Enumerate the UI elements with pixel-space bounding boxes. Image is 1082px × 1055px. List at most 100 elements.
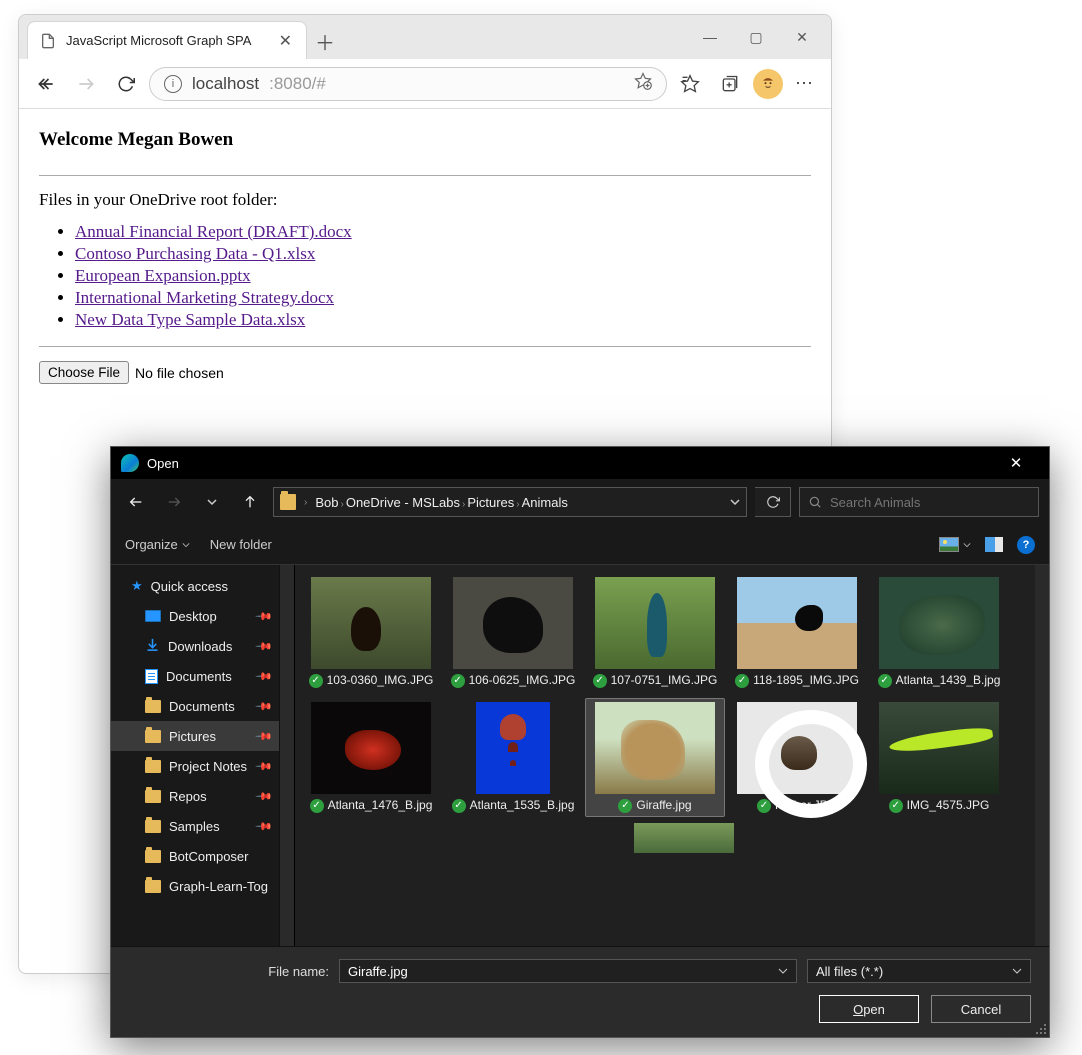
nav-forward-button[interactable] [159,487,189,517]
chevron-right-icon: › [338,499,345,510]
sidebar-item[interactable]: Project Notes📌 [111,751,281,781]
recent-dropdown-button[interactable] [197,487,227,517]
address-bar[interactable]: i localhost:8080/# [149,67,667,101]
file-thumbnail-partial[interactable] [634,823,734,853]
sidebar-item[interactable]: Graph-Learn-Tog [111,871,281,901]
sidebar-item[interactable]: Pictures📌 [111,721,281,751]
welcome-heading: Welcome Megan Bowen [39,129,811,151]
sidebar-item[interactable]: Desktop📌 [111,601,281,631]
chevron-right-icon: › [302,497,309,508]
dialog-close-button[interactable]: ✕ [993,447,1039,479]
preview-pane-button[interactable] [985,537,1003,552]
edge-icon [121,454,139,472]
file-thumbnail [311,702,431,794]
file-item[interactable]: ✓ 118-1895_IMG.JPG [727,573,867,692]
folder-icon [145,730,161,743]
file-name: Atlanta_1439_B.jpg [896,673,1001,688]
file-link[interactable]: International Marketing Strategy.docx [75,288,334,307]
onedrive-file-list: Annual Financial Report (DRAFT).docx Cont… [75,222,811,330]
chevron-down-icon[interactable] [730,495,740,510]
close-button[interactable]: ✕ [779,21,825,53]
file-item[interactable]: ✓103-0360_IMG.JPG [301,573,441,692]
file-name: 118-1895_IMG.JPG [753,673,859,688]
chevron-right-icon: › [514,499,521,510]
file-link[interactable]: Contoso Purchasing Data - Q1.xlsx [75,244,315,263]
file-item[interactable]: ✓Atlanta_1535_B.jpg [443,698,583,817]
file-open-dialog: Open ✕ › Bob›OneDrive - MSLabs›Pictures›… [110,446,1050,1038]
file-item[interactable]: ✓IMG_4575.JPG [869,698,1009,817]
sidebar-item[interactable]: BotComposer [111,841,281,871]
nav-up-button[interactable] [235,487,265,517]
search-icon [808,495,822,509]
organize-menu[interactable]: Organize [125,537,190,552]
file-item[interactable]: ✓107-0751_IMG.JPG [585,573,725,692]
file-item[interactable]: ✓Hathor.JPG [727,698,867,817]
breadcrumb-segment[interactable]: Pictures [467,495,514,510]
sidebar-item[interactable]: Documents📌 [111,691,281,721]
browser-tab[interactable]: JavaScript Microsoft Graph SPA ✕ [27,21,307,59]
new-tab-button[interactable]: ＋ [307,23,343,59]
profile-avatar[interactable] [753,69,783,99]
sync-ok-icon: ✓ [451,674,465,688]
file-link[interactable]: Annual Financial Report (DRAFT).docx [75,222,352,241]
site-info-icon[interactable]: i [164,75,182,93]
file-item[interactable]: ✓Atlanta_1439_B.jpg [869,573,1009,692]
open-button[interactable]: Open [819,995,919,1023]
folder-icon [280,494,296,510]
sidebar-item[interactable]: Documents📌 [111,661,281,691]
sync-ok-icon: ✓ [757,799,771,813]
favorite-add-icon[interactable] [634,72,652,95]
sidebar-item[interactable]: Samples📌 [111,811,281,841]
choose-file-button[interactable]: Choose File [39,361,129,384]
tab-close-icon[interactable]: ✕ [279,31,292,51]
help-button[interactable]: ? [1017,536,1035,554]
pin-icon: 📌 [255,667,274,686]
forward-button[interactable] [69,67,103,101]
cancel-button[interactable]: Cancel [931,995,1031,1023]
chevron-down-icon [963,541,971,549]
breadcrumb[interactable]: › Bob›OneDrive - MSLabs›Pictures›Animals [273,487,747,517]
sync-ok-icon: ✓ [735,674,749,688]
search-input[interactable] [830,495,1030,510]
file-type-filter[interactable]: All files (*.*) [807,959,1031,983]
breadcrumb-segment[interactable]: Animals [522,495,568,510]
sidebar-item[interactable]: Repos📌 [111,781,281,811]
dialog-toolbar: Organize New folder ? [111,525,1049,565]
breadcrumb-segment[interactable]: OneDrive - MSLabs [346,495,460,510]
more-menu-button[interactable]: ⋯ [789,73,821,94]
nav-bar: i localhost:8080/# ⋯ [19,59,831,109]
reload-button[interactable] [109,67,143,101]
list-item: New Data Type Sample Data.xlsx [75,310,811,330]
file-item[interactable]: ✓Giraffe.jpg [585,698,725,817]
back-button[interactable] [29,67,63,101]
sync-ok-icon: ✓ [593,674,607,688]
sidebar-item[interactable]: Downloads📌 [111,631,281,661]
collections-icon[interactable] [713,67,747,101]
scrollbar-thumb[interactable] [1037,573,1047,693]
file-grid: ✓103-0360_IMG.JPG✓106-0625_IMG.JPG✓107-0… [301,573,1043,817]
file-link[interactable]: European Expansion.pptx [75,266,251,285]
nav-back-button[interactable] [121,487,151,517]
file-link[interactable]: New Data Type Sample Data.xlsx [75,310,305,329]
file-name: IMG_4575.JPG [907,798,990,813]
file-item[interactable]: ✓Atlanta_1476_B.jpg [301,698,441,817]
filename-input[interactable]: Giraffe.jpg [339,959,797,983]
maximize-button[interactable]: ▢ [733,21,779,53]
resize-grip[interactable] [1035,1023,1047,1035]
favorites-icon[interactable] [673,67,707,101]
minimize-button[interactable]: ― [687,21,733,53]
file-name: Atlanta_1476_B.jpg [328,798,433,813]
page-content: Welcome Megan Bowen Files in your OneDri… [19,109,831,404]
chevron-down-icon [1012,966,1022,976]
chevron-down-icon[interactable] [778,966,788,976]
file-item[interactable]: ✓106-0625_IMG.JPG [443,573,583,692]
breadcrumb-segment[interactable]: Bob [315,495,338,510]
scrollbar-thumb[interactable] [282,575,292,645]
search-box[interactable] [799,487,1039,517]
refresh-button[interactable] [755,487,791,517]
view-mode-button[interactable] [939,537,971,552]
list-item: European Expansion.pptx [75,266,811,286]
new-folder-button[interactable]: New folder [210,537,272,552]
pin-icon: 📌 [255,817,274,836]
sidebar-item[interactable]: ★Quick access [111,571,281,601]
